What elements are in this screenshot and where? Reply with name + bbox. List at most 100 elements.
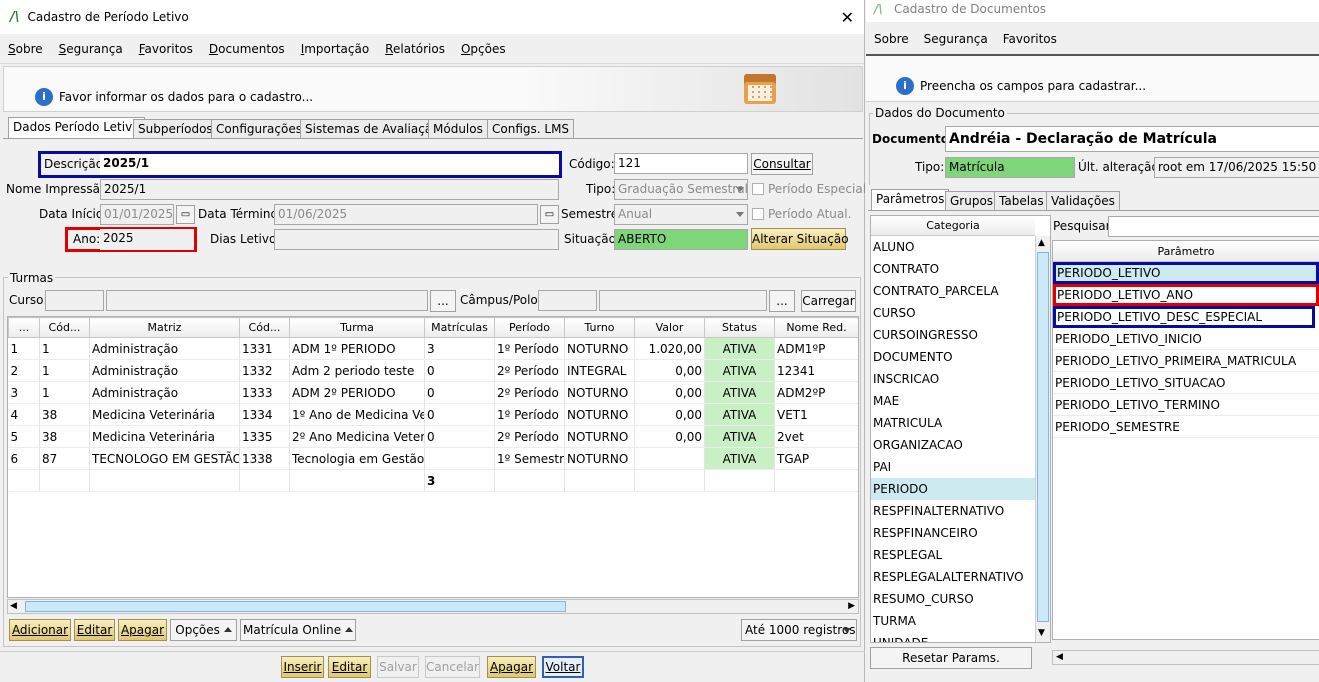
- apagar-turma-button[interactable]: Apagar: [118, 619, 167, 641]
- column-header[interactable]: Cód...: [239, 317, 290, 338]
- matricula-online-button[interactable]: Matrícula Online: [240, 619, 356, 641]
- column-header[interactable]: Turno: [564, 317, 635, 338]
- scroll-up-icon[interactable]: ▲: [1038, 238, 1045, 248]
- dias-letivos-field[interactable]: [274, 229, 559, 250]
- curso-lookup-button[interactable]: ...: [430, 290, 456, 312]
- parametro-item[interactable]: PERIODO_LETIVO_ANO: [1053, 284, 1319, 306]
- parametro-item[interactable]: PERIODO_LETIVO: [1053, 262, 1319, 284]
- categoria-item[interactable]: RESUMO_CURSO: [871, 588, 1035, 610]
- scroll-thumb[interactable]: [1037, 252, 1049, 622]
- menu-seguranca[interactable]: Segurança: [924, 32, 988, 46]
- scroll-right-icon[interactable]: ▶: [848, 601, 855, 611]
- categoria-item[interactable]: UNIDADE: [871, 632, 1035, 642]
- parametro-item[interactable]: PERIODO_LETIVO_DESC_ESPECIAL: [1053, 306, 1315, 328]
- horizontal-scrollbar[interactable]: ◀ ▶: [7, 599, 859, 614]
- cancelar-button[interactable]: Cancelar: [425, 656, 480, 678]
- menu-opcoes[interactable]: Opções: [461, 42, 506, 56]
- apagar-button[interactable]: Apagar: [487, 656, 536, 678]
- opcoes-button[interactable]: Opções: [170, 619, 237, 641]
- carregar-button[interactable]: Carregar: [801, 290, 856, 312]
- column-header[interactable]: Status: [704, 317, 775, 338]
- periodo-especial-checkbox[interactable]: Período Especial?: [752, 179, 872, 200]
- vertical-scrollbar[interactable]: ▲ ▼: [1035, 236, 1050, 642]
- nome-impressao-field[interactable]: 2025/1: [100, 179, 559, 200]
- categoria-item[interactable]: INSCRICAO: [871, 368, 1035, 390]
- column-header[interactable]: Matrículas: [424, 317, 495, 338]
- documento-field[interactable]: Andréia - Declaração de Matrícula: [945, 126, 1319, 152]
- menu-documentos[interactable]: Documentos: [209, 42, 285, 56]
- salvar-button[interactable]: Salvar: [377, 656, 419, 678]
- categoria-item[interactable]: RESPFINALTERNATIVO: [871, 500, 1035, 522]
- scroll-down-icon[interactable]: ▼: [1038, 628, 1045, 638]
- tab-configs-lms[interactable]: Configs. LMS: [487, 119, 575, 139]
- inserir-button[interactable]: Inserir: [281, 656, 324, 678]
- table-row[interactable]: 3 1 Administração 1333 ADM 2º PERIODO 0 2º Per…: [8, 381, 858, 404]
- alterar-situacao-button[interactable]: Alterar Situação: [751, 228, 849, 250]
- menu-relatorios[interactable]: Relatórios: [385, 42, 445, 56]
- parametro-item[interactable]: PERIODO_LETIVO_SITUACAO: [1053, 372, 1319, 394]
- categoria-item[interactable]: RESPFINANCEIRO: [871, 522, 1035, 544]
- campus-name-field[interactable]: [599, 290, 767, 311]
- campus-lookup-button[interactable]: ...: [769, 290, 795, 312]
- data-termino-field[interactable]: 01/06/2025: [274, 204, 538, 225]
- tab-grupos[interactable]: Grupos: [945, 191, 999, 211]
- tab-configuracoes[interactable]: Configurações: [211, 119, 307, 139]
- categoria-item[interactable]: MAE: [871, 390, 1035, 412]
- data-inicio-field[interactable]: 01/01/2025: [100, 204, 174, 225]
- menu-sobre[interactable]: Sobre: [874, 32, 909, 46]
- registros-select[interactable]: Até 1000 registros: [741, 619, 857, 641]
- ano-field[interactable]: 2025: [100, 229, 194, 250]
- categoria-item[interactable]: TURMA: [871, 610, 1035, 632]
- tab-validacoes[interactable]: Validações: [1046, 191, 1120, 211]
- column-header[interactable]: Nome Red.: [774, 317, 858, 338]
- resetar-params-button[interactable]: Resetar Params.: [870, 647, 1032, 669]
- calendar-picker-icon[interactable]: ▭: [176, 205, 195, 224]
- categoria-item[interactable]: DOCUMENTO: [871, 346, 1035, 368]
- categoria-item[interactable]: PERIODO: [871, 478, 1035, 500]
- curso-name-field[interactable]: [106, 290, 428, 311]
- codigo-field[interactable]: 121: [614, 153, 748, 174]
- tab-sistemas-avaliacao[interactable]: Sistemas de Avaliação: [300, 119, 445, 139]
- categoria-item[interactable]: ALUNO: [871, 236, 1035, 258]
- categoria-item[interactable]: ORGANIZACAO: [871, 434, 1035, 456]
- menu-importacao[interactable]: Importação: [301, 42, 369, 56]
- categoria-item[interactable]: CURSO: [871, 302, 1035, 324]
- editar-turma-button[interactable]: Editar: [74, 619, 115, 641]
- table-row[interactable]: 5 38 Medicina Veterinária 1335 2º Ano Medici…: [8, 425, 858, 448]
- menu-sobre[interactable]: Sobre: [8, 42, 43, 56]
- voltar-button[interactable]: Voltar: [542, 656, 584, 678]
- table-row[interactable]: 2 1 Administração 1332 Adm 2 periodo teste 0 2…: [8, 359, 858, 382]
- parametro-item[interactable]: PERIODO_LETIVO_INICIO: [1053, 328, 1319, 350]
- close-icon[interactable]: ✕: [841, 8, 854, 27]
- pesquisar-input[interactable]: [1108, 216, 1319, 237]
- tipo-select[interactable]: Graduação Semestral: [614, 179, 748, 200]
- menu-favoritos[interactable]: Favoritos: [1003, 32, 1057, 46]
- categoria-item[interactable]: CONTRATO: [871, 258, 1035, 280]
- semestre-select[interactable]: Anual: [614, 204, 748, 225]
- categoria-item[interactable]: CURSOINGRESSO: [871, 324, 1035, 346]
- tab-subperiodos[interactable]: Subperíodos: [133, 119, 218, 139]
- column-header[interactable]: Valor: [634, 317, 705, 338]
- tab-tabelas[interactable]: Tabelas: [994, 191, 1049, 211]
- scroll-thumb[interactable]: [25, 601, 566, 612]
- parametro-item[interactable]: PERIODO_LETIVO_TERMINO: [1053, 394, 1319, 416]
- menu-favoritos[interactable]: Favoritos: [139, 42, 193, 56]
- categoria-item[interactable]: MATRICULA: [871, 412, 1035, 434]
- consultar-button[interactable]: Consultar: [751, 153, 813, 175]
- categoria-item[interactable]: CONTRATO_PARCELA: [871, 280, 1035, 302]
- calendar-picker-icon[interactable]: ▭: [540, 205, 559, 224]
- menu-seguranca[interactable]: Segurança: [59, 42, 123, 56]
- table-row[interactable]: 1 1 Administração 1331 ADM 1º PERIODO 3 1º Per…: [8, 337, 858, 360]
- periodo-atual-checkbox[interactable]: Período Atual.: [752, 204, 851, 225]
- scroll-left-icon[interactable]: ◀: [10, 601, 17, 611]
- categoria-item[interactable]: RESPLEGALALTERNATIVO: [871, 566, 1035, 588]
- descricao-field[interactable]: 2025/1: [100, 154, 559, 175]
- categoria-item[interactable]: PAI: [871, 456, 1035, 478]
- campus-code-field[interactable]: [538, 290, 597, 311]
- column-header[interactable]: Turma: [289, 317, 425, 338]
- table-row[interactable]: 6 87 TECNOLOGO EM GESTÃO... 1338 Tecnologia …: [8, 447, 858, 470]
- curso-code-field[interactable]: [45, 290, 104, 311]
- parametro-item[interactable]: PERIODO_LETIVO_PRIMEIRA_MATRICULA: [1053, 350, 1319, 372]
- tab-parametros[interactable]: Parâmetros: [871, 189, 950, 211]
- column-header[interactable]: Matriz: [89, 317, 240, 338]
